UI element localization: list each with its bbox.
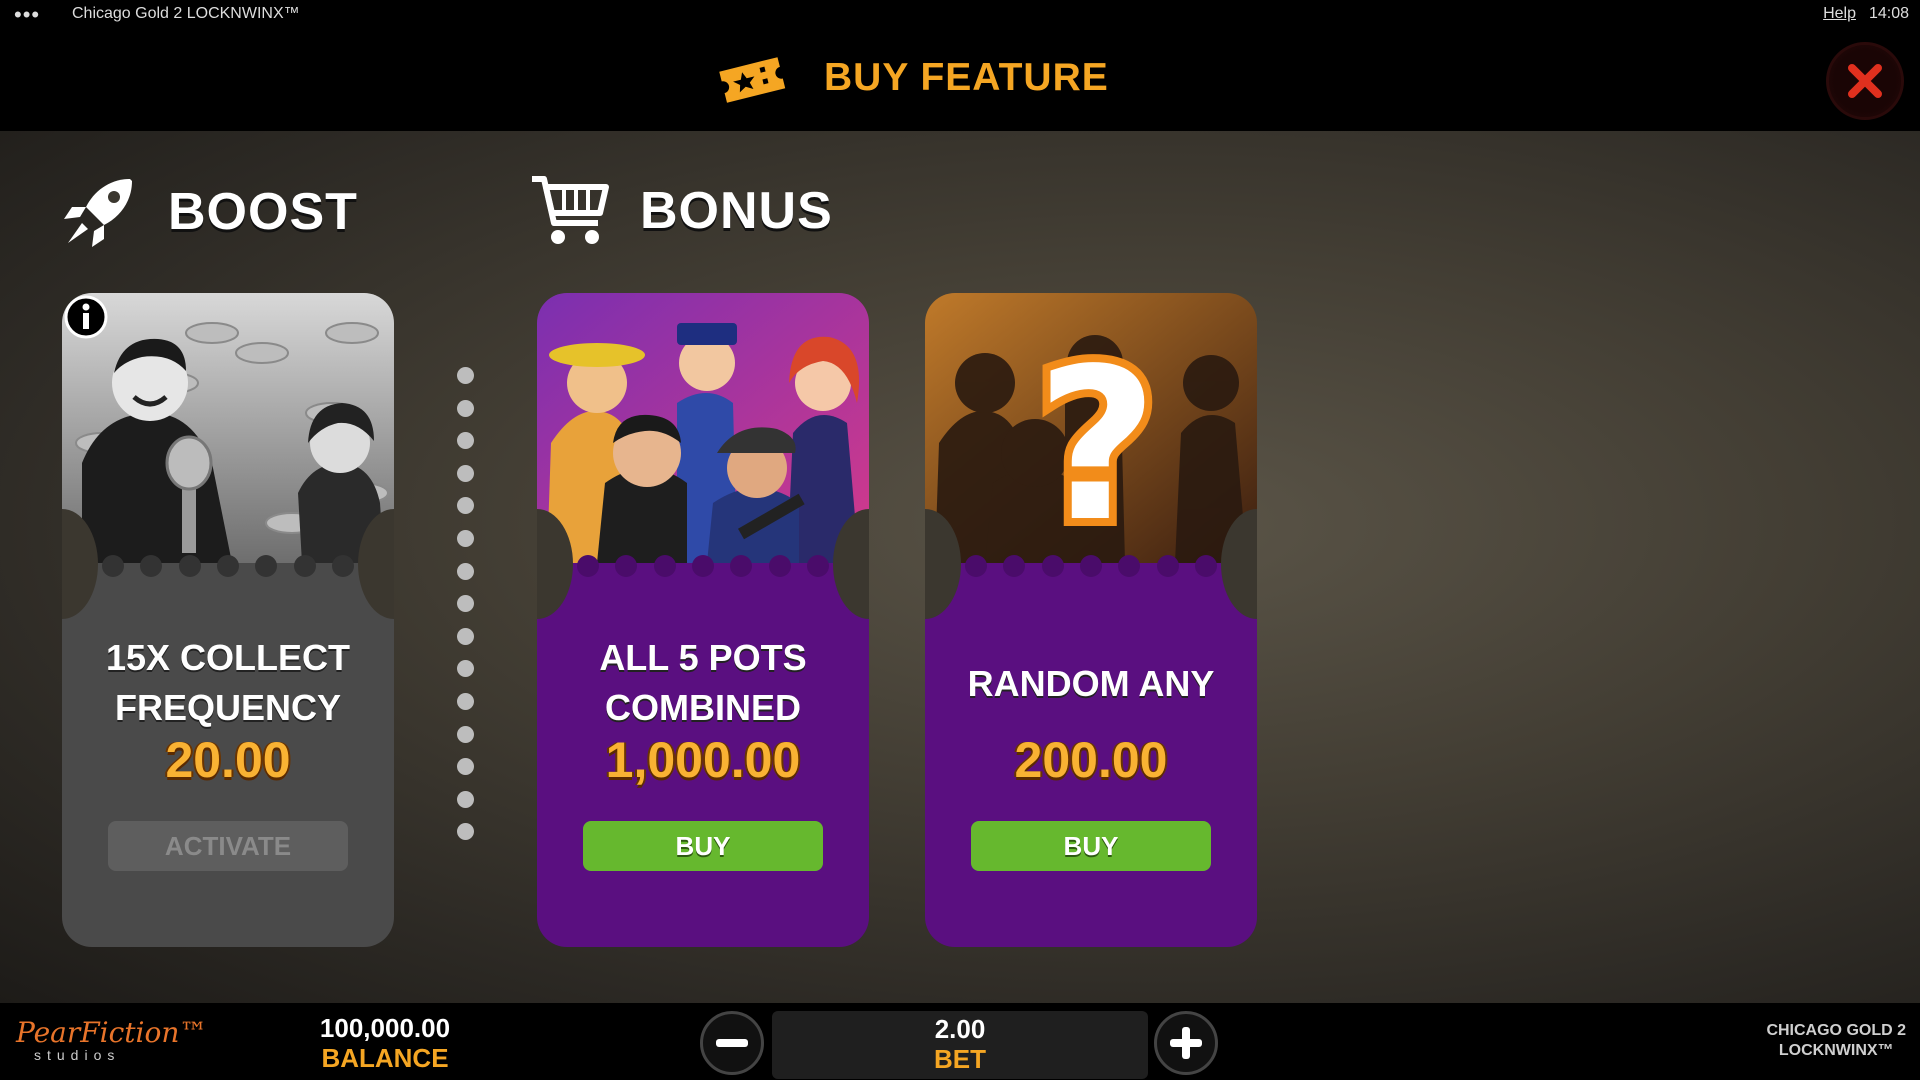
section-divider [457,367,475,857]
boost-section-heading: BOOST [60,173,358,251]
buy-button[interactable]: BUY [971,821,1211,871]
bet-value: 2.00 [934,1014,986,1044]
close-button[interactable] [1826,42,1904,120]
shopping-cart-icon [532,176,609,244]
studio-logo-brand: PearFiction™ [16,1016,208,1049]
boost-card-collect-frequency: 15X COLLECT FREQUENCY 20.00 ACTIVATE [62,293,394,947]
balance-value: 100,000.00 [319,1013,451,1043]
card-illustration-gangsters [537,293,869,563]
bonus-label: BONUS [640,182,833,240]
bet-label: BET [934,1044,986,1074]
card-perforation [965,555,1217,577]
page-title: BUY FEATURE [824,56,1109,99]
balance-label: BALANCE [321,1043,449,1073]
card-title: RANDOM ANY [967,663,1215,704]
studio-logo: PearFiction™ studios [16,1016,208,1067]
divider-dot [457,790,474,808]
boost-label: BOOST [168,183,358,241]
card-price: 1,000.00 [605,732,801,788]
system-top-bar: ••• Chicago Gold 2 LOCKNWINX™ Help 14:08 [0,0,1920,30]
game-logo-line1: CHICAGO GOLD 2 [1766,1022,1906,1039]
divider-dot [457,595,474,613]
divider-dot [457,497,474,515]
menu-dots-button[interactable]: ••• [14,2,40,28]
bonus-card-all-pots: ALL 5 POTS COMBINED 1,000.00 BUY [537,293,869,947]
divider-dot [457,367,474,384]
divider-dot [457,823,474,841]
activate-button[interactable]: ACTIVATE [108,821,348,871]
game-bottom-bar: PearFiction™ studios 100,000.00 BALANCE … [0,1003,1920,1080]
card-price: 200.00 [1014,732,1168,788]
divider-dot [457,725,474,743]
divider-dot [457,758,474,776]
divider-dot [457,530,474,547]
minus-icon [716,1039,748,1047]
card-price: 20.00 [165,732,291,788]
buy-feature-header: BUY FEATURE [0,30,1920,131]
increase-bet-button[interactable] [1154,1011,1218,1075]
card-perforation [102,555,354,577]
card-illustration-mystery: ? [925,293,1257,563]
divider-dot [457,432,474,450]
plus-icon [1170,1027,1202,1059]
decrease-bet-button[interactable] [700,1011,764,1075]
divider-dot [457,627,474,645]
card-illustration-singer [62,293,394,563]
rocket-icon [64,179,132,247]
card-title: ALL 5 POTS COMBINED [599,637,807,728]
bonus-card-random-any: ? RANDOM ANY 200.00 BUY [925,293,1257,947]
buy-button[interactable]: BUY [583,821,823,871]
info-icon[interactable] [62,293,110,341]
app-title: Chicago Gold 2 LOCKNWINX™ [72,5,300,22]
card-perforation [577,555,829,577]
studio-logo-sub: studios [34,1047,121,1063]
close-icon [1848,64,1882,98]
game-logo: CHICAGO GOLD 2 LOCKNWINX™ [1766,1021,1906,1061]
help-link[interactable]: Help [1823,5,1856,23]
divider-dot [457,399,474,417]
buy-feature-panel: BOOST BONUS 15X COLLECT FREQUENCY 20.00 … [0,131,1920,1003]
divider-dot [457,562,474,580]
divider-dot [457,660,474,678]
bonus-section-heading: BONUS [530,173,833,249]
divider-dot [457,464,474,482]
bet-display: 2.00 BET [772,1011,1148,1079]
divider-dot [457,693,474,710]
game-logo-line2: LOCKNWINX™ [1778,1042,1894,1059]
ticket-icon [719,57,786,103]
svg-text:?: ? [1036,323,1158,563]
card-title: 15X COLLECT FREQUENCY [105,637,351,728]
clock: 14:08 [1868,5,1909,22]
